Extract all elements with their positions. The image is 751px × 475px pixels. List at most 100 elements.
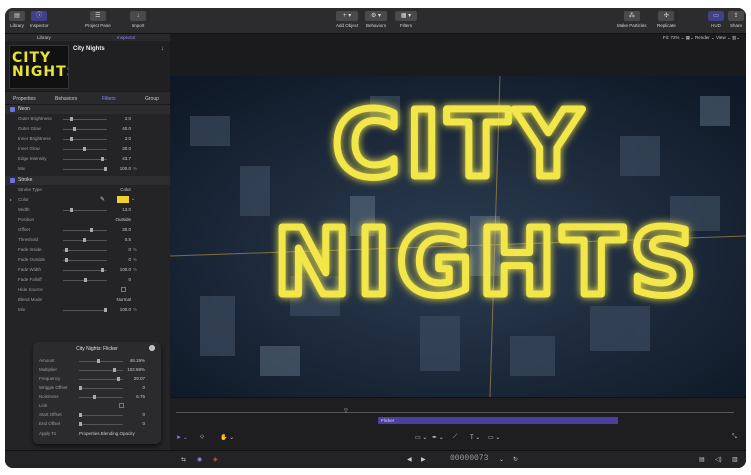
zoom-popup[interactable]: Fit: 72% xyxy=(663,35,680,40)
replicate-icon: ✣ xyxy=(658,11,675,21)
slider-knob[interactable] xyxy=(90,228,93,232)
select-tool-icon[interactable]: ➤ ⌄ xyxy=(176,434,188,441)
inspector-button[interactable]: ⓘ Inspector xyxy=(30,11,49,28)
slider-knob[interactable] xyxy=(65,258,68,262)
param-slider[interactable] xyxy=(63,260,107,261)
slider-knob[interactable] xyxy=(84,278,87,282)
slider-knob[interactable] xyxy=(65,248,68,252)
blend-mode-popup[interactable]: Normal xyxy=(105,297,131,302)
chevron-down-icon[interactable]: ⌄ xyxy=(131,196,135,202)
download-icon[interactable]: ↓ xyxy=(161,46,164,52)
timeline-icon[interactable]: ▤ xyxy=(699,456,705,463)
flicker-timeline-bar[interactable]: Flicker xyxy=(378,417,618,424)
expand-icon[interactable]: ⤡ xyxy=(732,434,737,441)
slider-knob[interactable] xyxy=(70,137,73,141)
param-slider[interactable] xyxy=(63,129,107,130)
param-slider[interactable] xyxy=(63,169,107,170)
tab-inspector[interactable]: Inspector xyxy=(117,34,136,41)
record-toggle-icon[interactable]: ⇆ xyxy=(181,456,186,463)
filters-button[interactable]: ▦ ▾ Filters xyxy=(395,11,417,28)
slider-knob[interactable] xyxy=(79,413,82,417)
add-object-button[interactable]: + ▾ Add Object xyxy=(336,11,358,28)
shape-tool-icon[interactable]: ▭ ⌄ xyxy=(415,434,427,441)
share-button[interactable]: ⇪ Share xyxy=(728,11,744,28)
particles-icon: ⁂ xyxy=(623,11,640,21)
hide-source-checkbox[interactable] xyxy=(121,287,126,292)
slider-knob[interactable] xyxy=(97,359,100,363)
filters-icon: ▦ ▾ xyxy=(395,11,417,21)
position-popup[interactable]: Outside xyxy=(105,217,131,222)
param-slider[interactable] xyxy=(63,230,107,231)
timeline-ruler[interactable] xyxy=(176,412,734,413)
transform-tool-icon[interactable]: ⬦ xyxy=(200,434,204,441)
slider-knob[interactable] xyxy=(79,422,82,426)
link-checkbox[interactable] xyxy=(119,403,124,408)
slider-knob[interactable] xyxy=(79,386,82,390)
play-icon[interactable]: ▶ xyxy=(421,456,426,463)
slider-knob[interactable] xyxy=(70,117,73,121)
neon-enable-checkbox[interactable] xyxy=(10,107,15,112)
library-button[interactable]: ▤ Library xyxy=(9,11,25,28)
neon-section-header[interactable]: Neon xyxy=(5,105,170,114)
tab-group[interactable]: Group xyxy=(145,96,159,102)
tab-properties[interactable]: Properties xyxy=(13,96,36,102)
keyframe-icon[interactable]: ◈ xyxy=(213,456,218,463)
timecode-menu-icon[interactable]: ⌄ xyxy=(499,456,504,463)
replicate-button[interactable]: ✣ Replicate xyxy=(657,11,676,28)
slider-knob[interactable] xyxy=(83,238,86,242)
project-pane-button[interactable]: ☰ Project Pane xyxy=(85,11,111,28)
tab-library[interactable]: Library xyxy=(37,34,51,41)
canvas-title-line2: NIGHTS xyxy=(274,209,703,316)
add-icon: + ▾ xyxy=(336,11,359,21)
param-row: Position Outside xyxy=(18,217,131,222)
render-popup[interactable]: Render xyxy=(695,35,710,40)
mask-tool-icon[interactable]: ▭ ⌄ xyxy=(488,434,500,441)
param-slider[interactable] xyxy=(63,310,107,311)
text-tool-icon[interactable]: T ⌄ xyxy=(470,434,480,441)
color-swatch[interactable] xyxy=(117,196,129,203)
tab-filters[interactable]: Filters xyxy=(102,96,116,102)
stroke-section-header[interactable]: Stroke xyxy=(5,176,170,185)
layer-title: City Nights xyxy=(73,46,105,52)
loop-icon[interactable]: ↻ xyxy=(513,456,518,463)
motion-window: ▤ Library ⓘ Inspector ☰ Project Pane ↓ I… xyxy=(5,8,746,468)
slider-knob[interactable] xyxy=(101,157,104,161)
paint-stroke-icon[interactable]: ⟋ xyxy=(453,434,457,441)
tab-behaviors[interactable]: Behaviors xyxy=(55,96,77,102)
inspector-header: CITY NIGHTS City Nights ↓ xyxy=(5,41,170,91)
timecode-display[interactable]: 00000073 xyxy=(450,454,488,463)
hud-row: End Offset 0 xyxy=(39,421,145,426)
import-button[interactable]: ↓ Import xyxy=(130,11,146,28)
playhead-icon[interactable]: ▽ xyxy=(344,408,348,414)
pen-tool-icon[interactable]: ✒ ⌄ xyxy=(432,434,444,441)
slider-knob[interactable] xyxy=(93,395,96,399)
param-slider[interactable] xyxy=(63,250,107,251)
slider-knob[interactable] xyxy=(70,208,73,212)
flicker-hud[interactable]: City Nights: Flicker i Amount 48.19% Mul… xyxy=(33,342,161,444)
layout-icon[interactable]: ▥ xyxy=(732,456,738,463)
mini-timeline[interactable]: ▽ Flicker ➤ ⌄ ⬦ ✋ ⌄ ▭ ⌄ ✒ ⌄ ⟋ T ⌄ ▭ ⌄ ⤡ xyxy=(170,397,746,450)
info-icon[interactable]: i xyxy=(149,345,155,351)
slider-knob[interactable] xyxy=(101,268,104,272)
slider-knob[interactable] xyxy=(113,368,116,372)
audio-icon[interactable]: ◁) xyxy=(715,456,722,463)
pan-tool-icon[interactable]: ✋ ⌄ xyxy=(220,434,234,441)
play-back-icon[interactable]: ◀ xyxy=(407,456,412,463)
slider-knob[interactable] xyxy=(83,147,86,151)
hud-button[interactable]: ▭ HUD xyxy=(708,11,724,28)
param-row: Edge Intensity 43.7 xyxy=(18,156,131,161)
behaviors-button[interactable]: ⚙ ▾ Behaviors xyxy=(365,11,387,28)
stroke-enable-checkbox[interactable] xyxy=(10,178,15,183)
slider-knob[interactable] xyxy=(73,127,76,131)
apply-to-popup[interactable]: Properties.Blending.Opacity xyxy=(79,431,135,436)
inspector-icon: ⓘ xyxy=(31,11,48,21)
canvas-viewer[interactable]: CITY NIGHTS xyxy=(170,76,746,397)
viewer-controls[interactable]: Fit: 72% ⌄ ▦⌄ Render ⌄ View ⌄ ▥⌄ xyxy=(663,35,740,41)
canvas-title-line1: CITY xyxy=(332,91,587,198)
eyedropper-icon[interactable]: ✎ xyxy=(100,196,105,203)
record-icon[interactable]: ◉ xyxy=(197,456,202,463)
view-popup[interactable]: View xyxy=(716,35,726,40)
disclosure-triangle-icon[interactable]: ▸ xyxy=(10,197,12,202)
make-particles-button[interactable]: ⁂ Make Particles xyxy=(617,11,647,28)
stroke-type-popup[interactable]: Color xyxy=(105,187,131,192)
